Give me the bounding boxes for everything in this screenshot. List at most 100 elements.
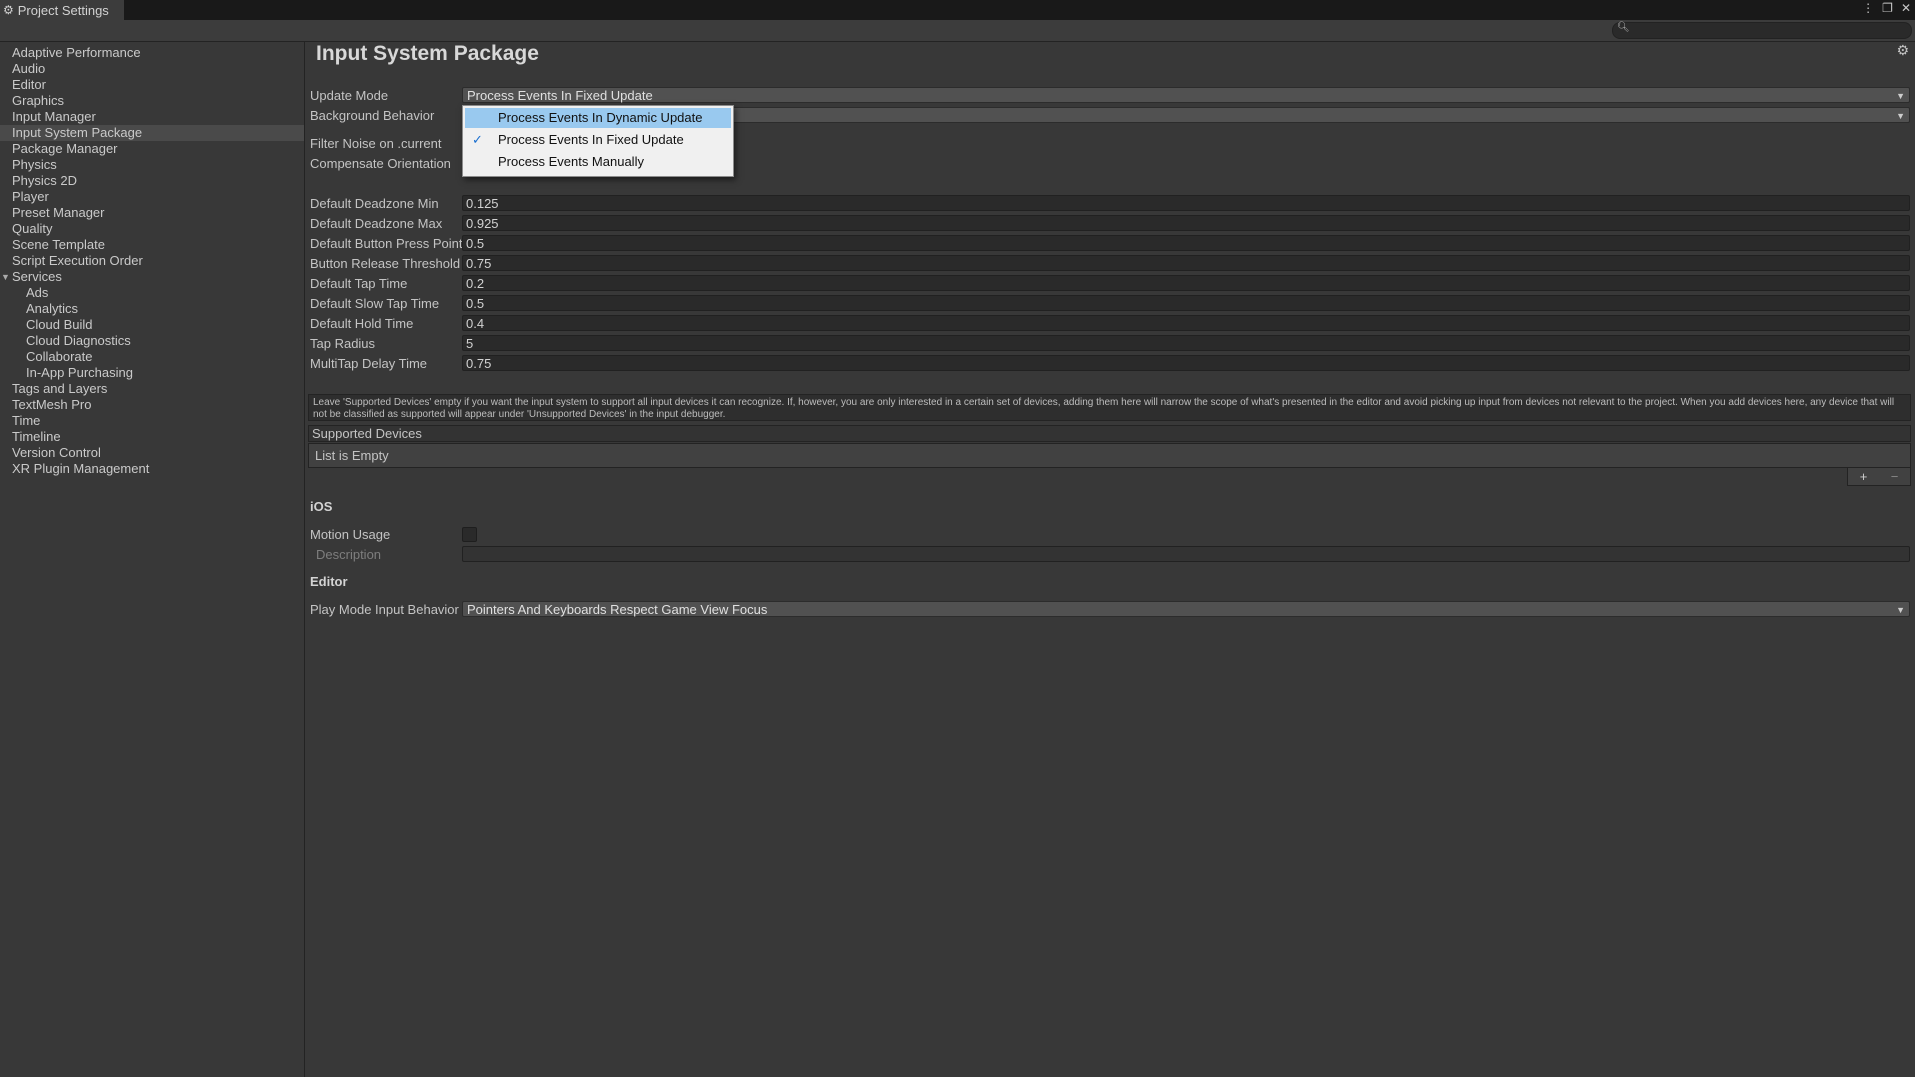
tap-radius-label: Tap Radius bbox=[310, 335, 376, 351]
play-mode-label: Play Mode Input Behavior bbox=[310, 601, 459, 617]
sidebar-item-input-system-package[interactable]: Input System Package bbox=[0, 125, 304, 141]
gear-icon: ⚙ bbox=[3, 3, 14, 17]
multitap-delay-time-row: MultiTap Delay Time bbox=[310, 355, 463, 371]
more-options-icon[interactable]: ⋮ bbox=[1862, 1, 1874, 15]
sidebar-item-scene-template[interactable]: Scene Template bbox=[0, 237, 304, 253]
settings-gear-icon[interactable]: ⚙ bbox=[1896, 42, 1909, 59]
sidebar-item-textmesh-pro[interactable]: TextMesh Pro bbox=[0, 397, 304, 413]
sidebar-item-label: Adaptive Performance bbox=[12, 45, 141, 60]
popup-option-label: Process Events In Dynamic Update bbox=[498, 110, 703, 125]
sidebar-item-in-app-purchasing[interactable]: In-App Purchasing bbox=[0, 365, 304, 381]
sidebar-list: Adaptive Performance Audio Editor Graphics I… bbox=[0, 45, 304, 477]
sidebar-item-label: Graphics bbox=[12, 93, 65, 108]
button-release-threshold-row: Button Release Threshold bbox=[310, 255, 463, 271]
default-tap-time-field[interactable]: 0.2 bbox=[462, 275, 1910, 291]
default-deadzone-min-label: Default Deadzone Min bbox=[310, 195, 439, 211]
sidebar-item-ads[interactable]: Ads bbox=[0, 285, 304, 301]
sidebar-item-physics[interactable]: Physics bbox=[0, 157, 304, 173]
sidebar-item-input-manager[interactable]: Input Manager bbox=[0, 109, 304, 125]
supported-devices-header[interactable]: Supported Devices bbox=[308, 425, 1911, 442]
sidebar-item-timeline[interactable]: Timeline bbox=[0, 429, 304, 445]
play-mode-dropdown[interactable]: Pointers And Keyboards Respect Game View… bbox=[462, 601, 1910, 617]
default-deadzone-max-field[interactable]: 0.925 bbox=[462, 215, 1910, 231]
update-mode-row: Update Mode bbox=[310, 87, 463, 103]
sidebar-item-graphics[interactable]: Graphics bbox=[0, 93, 304, 109]
sidebar-item-xr-plugin-management[interactable]: XR Plugin Management bbox=[0, 461, 304, 477]
sidebar-item-label: Services bbox=[12, 269, 62, 284]
sidebar-item-label: Tags and Layers bbox=[12, 381, 108, 396]
description-label: Description bbox=[316, 546, 382, 562]
close-icon[interactable]: ✕ bbox=[1901, 1, 1911, 15]
sidebar-item-player[interactable]: Player bbox=[0, 189, 304, 205]
default-button-press-point-row: Default Button Press Point bbox=[310, 235, 463, 251]
chevron-down-icon: ▼ bbox=[1896, 605, 1905, 615]
tap-radius-field[interactable]: 5 bbox=[462, 335, 1910, 351]
default-deadzone-max-label: Default Deadzone Max bbox=[310, 215, 443, 231]
default-slow-tap-time-field[interactable]: 0.5 bbox=[462, 295, 1910, 311]
title-bar: ⚙ Project Settings ⋮ ❐ ✕ bbox=[0, 0, 1915, 20]
sidebar-item-collaborate[interactable]: Collaborate bbox=[0, 349, 304, 365]
background-behavior-label: Background Behavior bbox=[310, 107, 435, 123]
popup-option-process-events-in-fixed-update[interactable]: ✓ Process Events In Fixed Update bbox=[465, 130, 731, 150]
window-title: Project Settings bbox=[17, 2, 109, 18]
button-release-threshold-field[interactable]: 0.75 bbox=[462, 255, 1910, 271]
expand-triangle-icon[interactable]: ▼ bbox=[1, 269, 10, 285]
popup-option-process-events-manually[interactable]: Process Events Manually bbox=[465, 152, 731, 172]
default-tap-time-row: Default Tap Time bbox=[310, 275, 463, 291]
popup-option-label: Process Events In Fixed Update bbox=[498, 132, 684, 147]
sidebar-item-label: Analytics bbox=[26, 301, 79, 316]
sidebar-item-label: Input Manager bbox=[12, 109, 96, 124]
popup-option-process-events-in-dynamic-update[interactable]: Process Events In Dynamic Update bbox=[465, 108, 731, 128]
update-mode-popup: Process Events In Dynamic Update ✓ Process… bbox=[462, 105, 734, 177]
default-deadzone-min-field[interactable]: 0.125 bbox=[462, 195, 1910, 211]
multitap-delay-time-label: MultiTap Delay Time bbox=[310, 355, 428, 371]
sidebar-item-version-control[interactable]: Version Control bbox=[0, 445, 304, 461]
settings-panel: Input System Package ⚙ Update Mode Proce… bbox=[305, 42, 1915, 1077]
popup-options: Process Events In Dynamic Update ✓ Process… bbox=[463, 108, 733, 172]
sidebar-item-label: Quality bbox=[12, 221, 53, 236]
help-box: Leave 'Supported Devices' empty if you w… bbox=[308, 394, 1911, 421]
sidebar-item-time[interactable]: Time bbox=[0, 413, 304, 429]
search-icon: 🔍︎ bbox=[1617, 22, 1630, 33]
sidebar-item-editor[interactable]: Editor bbox=[0, 77, 304, 93]
window-tab[interactable]: ⚙ Project Settings bbox=[0, 0, 124, 20]
sidebar-item-label: Time bbox=[12, 413, 41, 428]
sidebar-item-cloud-diagnostics[interactable]: Cloud Diagnostics bbox=[0, 333, 304, 349]
update-mode-dropdown[interactable]: Process Events In Fixed Update ▼ bbox=[462, 87, 1910, 103]
sidebar-item-physics-2d[interactable]: Physics 2D bbox=[0, 173, 304, 189]
sidebar-item-label: Collaborate bbox=[26, 349, 93, 364]
tap-radius-row: Tap Radius bbox=[310, 335, 463, 351]
sidebar-item-analytics[interactable]: Analytics bbox=[0, 301, 304, 317]
list-footer: + − bbox=[1847, 468, 1911, 486]
default-hold-time-field[interactable]: 0.4 bbox=[462, 315, 1910, 331]
sidebar-item-package-manager[interactable]: Package Manager bbox=[0, 141, 304, 157]
sidebar-item-label: XR Plugin Management bbox=[12, 461, 150, 476]
sidebar-item-services[interactable]: ▼ Services bbox=[0, 269, 304, 285]
sidebar-item-quality[interactable]: Quality bbox=[0, 221, 304, 237]
motion-usage-checkbox[interactable] bbox=[462, 527, 477, 542]
sidebar-item-cloud-build[interactable]: Cloud Build bbox=[0, 317, 304, 333]
sidebar-item-label: Timeline bbox=[12, 429, 61, 444]
default-deadzone-max-row: Default Deadzone Max bbox=[310, 215, 463, 231]
sidebar-item-audio[interactable]: Audio bbox=[0, 61, 304, 77]
filter-noise-label: Filter Noise on .current bbox=[310, 135, 442, 151]
sidebar-item-script-execution-order[interactable]: Script Execution Order bbox=[0, 253, 304, 269]
sidebar-item-preset-manager[interactable]: Preset Manager bbox=[0, 205, 304, 221]
sidebar-item-tags-and-layers[interactable]: Tags and Layers bbox=[0, 381, 304, 397]
supported-devices-list: List is Empty bbox=[308, 443, 1911, 468]
filter-noise-row: Filter Noise on .current bbox=[310, 135, 463, 151]
default-button-press-point-field[interactable]: 0.5 bbox=[462, 235, 1910, 251]
sidebar-item-label: Player bbox=[12, 189, 49, 204]
sidebar-item-adaptive-performance[interactable]: Adaptive Performance bbox=[0, 45, 304, 61]
search-input[interactable]: 🔍︎ bbox=[1612, 22, 1912, 39]
page-title: Input System Package bbox=[316, 42, 539, 65]
default-hold-time-label: Default Hold Time bbox=[310, 315, 414, 331]
button-release-threshold-label: Button Release Threshold bbox=[310, 255, 461, 271]
maximize-icon[interactable]: ❐ bbox=[1882, 1, 1893, 15]
multitap-delay-time-field[interactable]: 0.75 bbox=[462, 355, 1910, 371]
sidebar-item-label: In-App Purchasing bbox=[26, 365, 133, 380]
checkmark-icon: ✓ bbox=[472, 132, 483, 147]
remove-icon[interactable]: − bbox=[1891, 469, 1899, 484]
add-icon[interactable]: + bbox=[1860, 469, 1868, 484]
chevron-down-icon: ▼ bbox=[1896, 111, 1905, 121]
